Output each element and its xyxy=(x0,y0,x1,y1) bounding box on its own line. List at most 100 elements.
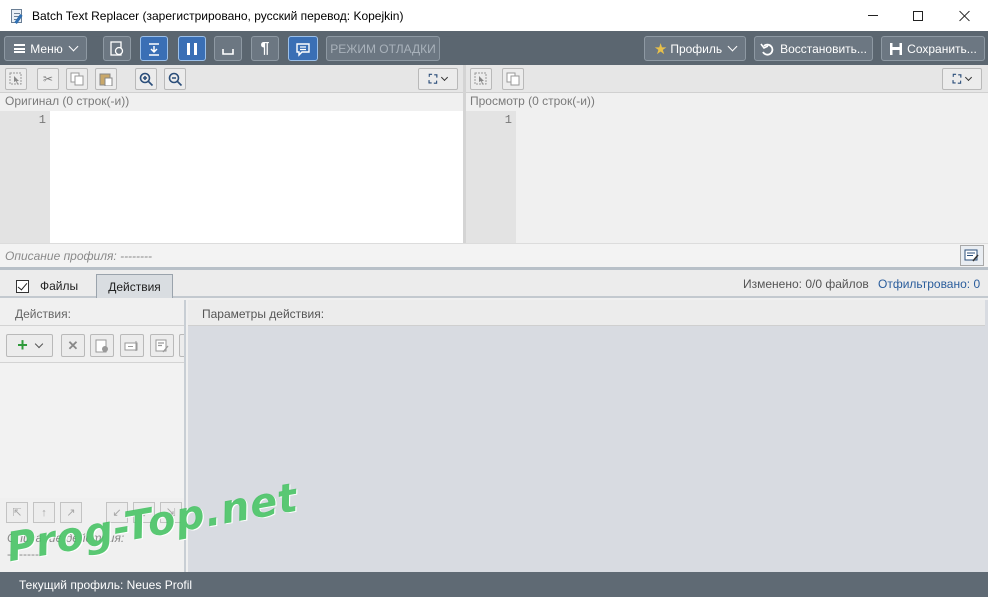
tab-actions[interactable]: Действия xyxy=(96,274,173,298)
cursor-select-icon xyxy=(9,72,22,85)
note-edit-icon xyxy=(964,249,979,262)
pilcrow-icon: ¶ xyxy=(260,39,270,57)
copy-icon xyxy=(506,72,520,86)
original-editor[interactable]: 1 xyxy=(0,111,463,243)
files-checkbox[interactable] xyxy=(16,279,29,293)
chevron-down-icon xyxy=(34,339,43,348)
edit-description-button[interactable] xyxy=(960,245,984,266)
actions-toolbar: + ✕ xyxy=(0,327,184,363)
preview-select-button[interactable] xyxy=(470,68,492,90)
delete-action-button[interactable]: ✕ xyxy=(61,334,85,357)
chevron-down-icon xyxy=(68,41,79,52)
chevron-down-icon xyxy=(965,73,973,81)
hamburger-icon xyxy=(14,44,26,53)
preview-find-button[interactable]: ⛶ xyxy=(942,68,982,90)
actions-header-label: Действия: xyxy=(15,307,71,321)
preview-toolbar: ⛶ xyxy=(466,65,988,93)
close-button[interactable] xyxy=(942,0,988,31)
tab-files-label: Файлы xyxy=(40,279,79,293)
tabs-bar: Файлы Действия Изменено: 0/0 файлов Отфи… xyxy=(0,270,988,298)
scissors-icon: ✂ xyxy=(42,72,54,86)
close-icon xyxy=(959,10,971,22)
rename-icon xyxy=(124,340,138,351)
star-icon: ★ xyxy=(653,40,668,58)
actions-header: Действия: xyxy=(0,300,184,326)
floppy-icon xyxy=(890,42,903,55)
cursor-select-icon xyxy=(474,72,487,85)
comments-button[interactable] xyxy=(288,36,318,61)
copy-icon xyxy=(70,72,84,86)
move-top-button[interactable]: ⇱ xyxy=(6,502,28,523)
clear-actions-button[interactable] xyxy=(90,334,114,357)
paste-button[interactable] xyxy=(95,68,117,90)
file-settings-button[interactable] xyxy=(103,36,131,61)
comment-icon xyxy=(296,42,310,57)
title-bar: Batch Text Replacer (зарегистрировано, р… xyxy=(0,0,988,31)
tab-actions-label: Действия xyxy=(108,279,161,294)
cut-button[interactable]: ✂ xyxy=(37,68,59,90)
chevron-down-icon xyxy=(727,41,738,52)
maximize-icon xyxy=(913,10,923,21)
debug-mode-label: РЕЖИМ ОТЛАДКИ xyxy=(330,41,436,56)
preview-text-area[interactable] xyxy=(516,111,988,243)
show-spaces-button[interactable] xyxy=(214,36,242,61)
profile-description: Описание профиля: -------- xyxy=(5,249,153,263)
zoom-in-button[interactable] xyxy=(135,68,157,90)
minimize-button[interactable] xyxy=(850,0,896,31)
add-action-button[interactable]: + xyxy=(6,334,53,357)
preview-label: Просмотр (0 строк(-и)) xyxy=(470,94,595,108)
menu-button[interactable]: Меню xyxy=(4,36,87,61)
app-icon xyxy=(9,8,25,24)
actions-list[interactable] xyxy=(0,363,184,498)
original-toolbar: ✂ ⛶ xyxy=(0,65,463,93)
binoculars-icon: ⛶ xyxy=(952,71,962,86)
debug-mode-button[interactable]: РЕЖИМ ОТЛАДКИ xyxy=(326,36,440,61)
copy-button[interactable] xyxy=(66,68,88,90)
wrap-down-icon xyxy=(149,42,159,56)
edit-action-button[interactable] xyxy=(150,334,174,357)
preview-editor[interactable]: 1 xyxy=(466,111,988,243)
rename-action-button[interactable] xyxy=(120,334,144,357)
current-profile-status: Текущий профиль: Neues Profil xyxy=(19,578,193,592)
parameters-header: Параметры действия: xyxy=(188,300,985,326)
maximize-button[interactable] xyxy=(895,0,941,31)
close-icon: ✕ xyxy=(67,337,79,353)
original-label: Оригинал (0 строк(-и)) xyxy=(5,94,130,108)
profile-label: Профиль xyxy=(670,41,723,56)
tab-files[interactable]: Файлы xyxy=(16,274,78,298)
list-remove-icon xyxy=(95,339,108,352)
plus-icon: + xyxy=(17,335,28,355)
status-bar: Текущий профиль: Neues Profil xyxy=(0,572,988,597)
zoom-out-icon xyxy=(168,72,182,86)
line-number: 1 xyxy=(0,111,50,243)
arrow-up-left-icon: ⇱ xyxy=(12,507,22,519)
more-action-button[interactable] xyxy=(179,334,184,357)
find-button[interactable]: ⛶ xyxy=(418,68,458,90)
select-button[interactable] xyxy=(5,68,27,90)
filtered-count[interactable]: Отфильтровано: 0 xyxy=(878,277,980,291)
restore-button[interactable]: Восстановить... xyxy=(754,36,873,61)
original-text-area[interactable] xyxy=(50,111,463,243)
space-icon xyxy=(222,48,234,55)
preview-copy-button[interactable] xyxy=(502,68,524,90)
save-label: Сохранить... xyxy=(907,41,977,56)
line-number: 1 xyxy=(466,111,516,243)
profile-description-bar: Описание профиля: -------- xyxy=(0,243,988,267)
show-paragraph-button[interactable]: ¶ xyxy=(251,36,279,61)
profile-button[interactable]: ★ Профиль xyxy=(644,36,746,61)
main-toolbar: Меню ¶ РЕЖИМ ОТЛАДКИ ★ Профиль Восстанов… xyxy=(0,31,988,65)
save-button[interactable]: Сохранить... xyxy=(881,36,985,61)
restore-label: Восстановить... xyxy=(780,41,867,56)
changed-count: Изменено: 0/0 файлов xyxy=(743,277,869,291)
menu-label: Меню xyxy=(30,41,63,56)
chevron-down-icon xyxy=(441,73,449,81)
split-view-button[interactable] xyxy=(178,36,206,61)
parameters-header-label: Параметры действия: xyxy=(202,307,325,321)
undo-icon xyxy=(760,43,774,56)
edit-note-icon xyxy=(155,339,169,352)
minimize-icon xyxy=(868,15,878,16)
zoom-out-button[interactable] xyxy=(164,68,186,90)
word-wrap-button[interactable] xyxy=(140,36,168,61)
file-gear-icon xyxy=(110,40,124,56)
binoculars-icon: ⛶ xyxy=(428,71,438,86)
